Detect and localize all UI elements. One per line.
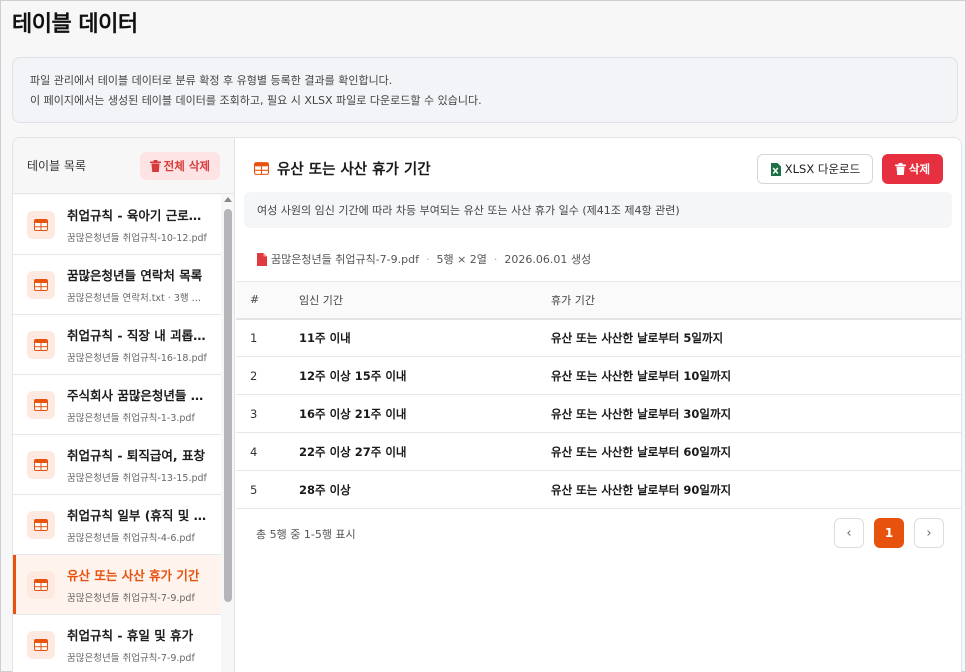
- list-item-title: 취업규칙 - 퇴직급여, 표창: [67, 448, 205, 463]
- table-row: 4 22주 이상 27주 이내 유산 또는 사산한 날로부터 60일까지: [236, 432, 961, 471]
- detail-title-text: 유산 또는 사산 휴가 기간: [277, 162, 431, 178]
- excel-icon: [770, 162, 781, 176]
- cell-leave: 유산 또는 사산한 날로부터 90일까지: [551, 470, 961, 509]
- table-icon: [27, 390, 55, 419]
- pagination: ‹ 1 ›: [834, 518, 944, 548]
- table-icon: [27, 330, 55, 359]
- delete-all-button[interactable]: 전체 삭제: [139, 151, 220, 180]
- list-item-subtitle: 꿈많은청년들 취업규칙-13-15.pdf: [67, 473, 207, 484]
- table-icon: [27, 630, 55, 659]
- list-item[interactable]: 취업규칙 일부 (휴직 및 복직) 꿈많은청년들 취업규칙-4-6.pdf: [13, 495, 221, 555]
- pdf-file-icon: [257, 252, 267, 266]
- table-icon: [27, 210, 55, 239]
- info-notice: 파일 관리에서 테이블 데이터로 분류 확정 후 유형별 등록한 결과를 확인합…: [12, 57, 958, 123]
- list-item[interactable]: 취업규칙 - 퇴직급여, 표창꿈많은청년들 취업규칙-13-15.pdf: [13, 435, 221, 495]
- meta-separator: ·: [493, 252, 498, 266]
- list-item-title: 유산 또는 사산 휴가 기간: [67, 568, 200, 583]
- cell-leave: 유산 또는 사산한 날로부터 5일까지: [551, 318, 961, 357]
- table-icon: [27, 270, 55, 299]
- cell-period: 16주 이상 21주 이내: [299, 394, 551, 433]
- list-item-subtitle: 꿈많은청년들 취업규칙-4-6.pdf: [67, 533, 195, 544]
- list-item-title: 주식회사 꿈많은청년들 정보: [67, 388, 207, 403]
- column-header-number: #: [236, 281, 299, 320]
- list-item-title: 취업규칙 - 육아기 근로시간 단축: [67, 208, 207, 223]
- table-icon: [27, 570, 55, 599]
- next-page-button[interactable]: ›: [914, 518, 944, 548]
- list-item-subtitle: 꿈많은청년들 취업규칙-16-18.pdf: [67, 353, 207, 364]
- column-header-leave: 휴가 기간: [551, 281, 961, 320]
- cell-leave: 유산 또는 사산한 날로부터 60일까지: [551, 432, 961, 471]
- table-meta: 꿈많은청년들 취업규칙-7-9.pdf · 5행 × 2열 · 2026.06.…: [256, 251, 591, 267]
- table-icon: [27, 450, 55, 479]
- row-number: 2: [236, 356, 299, 395]
- list-item-subtitle: 꿈많은청년들 연락처.txt · 3행 × 2열: [67, 293, 207, 304]
- table-icon: [27, 510, 55, 539]
- row-number: 5: [236, 470, 299, 509]
- table-row: 1 11주 이내 유산 또는 사산한 날로부터 5일까지: [236, 318, 961, 357]
- list-item-title: 꿈많은청년들 연락처 목록: [67, 268, 203, 283]
- table-list-sidebar: 테이블 목록 전체 삭제 취업규칙 - 육아기 근로시간 단축꿈많은청년들 취업…: [13, 138, 235, 672]
- table-description: 여성 사원의 임신 기간에 따라 차등 부여되는 유산 또는 사산 휴가 일수 …: [244, 192, 952, 228]
- content-panel: 테이블 목록 전체 삭제 취업규칙 - 육아기 근로시간 단축꿈많은청년들 취업…: [12, 137, 962, 672]
- list-item-subtitle: 꿈많은청년들 취업규칙-1-3.pdf: [67, 413, 195, 424]
- row-number: 4: [236, 432, 299, 471]
- notice-line-1: 파일 관리에서 테이블 데이터로 분류 확정 후 유형별 등록한 결과를 확인합…: [30, 74, 393, 87]
- prev-page-button[interactable]: ‹: [834, 518, 864, 548]
- created-date: 2026.06.01 생성: [504, 253, 592, 266]
- list-item-title: 취업규칙 - 휴일 및 휴가: [67, 628, 194, 643]
- sidebar-title: 테이블 목록: [27, 159, 87, 173]
- cell-period: 22주 이상 27주 이내: [299, 432, 551, 471]
- table-size: 5행 × 2열: [436, 253, 487, 266]
- xlsx-download-button[interactable]: XLSX 다운로드: [757, 154, 873, 184]
- cell-leave: 유산 또는 사산한 날로부터 30일까지: [551, 394, 961, 433]
- row-count-summary: 총 5행 중 1-5행 표시: [256, 528, 356, 541]
- list-item[interactable]: 주식회사 꿈많은청년들 정보꿈많은청년들 취업규칙-1-3.pdf: [13, 375, 221, 435]
- table-list: 취업규칙 - 육아기 근로시간 단축꿈많은청년들 취업규칙-10-12.pdf …: [13, 195, 221, 672]
- trash-icon: [894, 163, 906, 175]
- sidebar-header: 테이블 목록 전체 삭제: [13, 138, 234, 194]
- cell-period: 28주 이상: [299, 470, 551, 509]
- page-1-button[interactable]: 1: [874, 518, 904, 548]
- table-row: 5 28주 이상 유산 또는 사산한 날로부터 90일까지: [236, 470, 961, 509]
- list-item[interactable]: 꿈많은청년들 연락처 목록꿈많은청년들 연락처.txt · 3행 × 2열: [13, 255, 221, 315]
- scroll-up-arrow-icon[interactable]: [224, 197, 232, 202]
- column-header-period: 임신 기간: [299, 281, 551, 320]
- list-item[interactable]: 취업규칙 - 휴일 및 휴가꿈많은청년들 취업규칙-7-9.pdf: [13, 615, 221, 672]
- notice-line-2: 이 페이지에서는 생성된 테이블 데이터를 조회하고, 필요 시 XLSX 파일…: [30, 94, 482, 107]
- scroll-thumb[interactable]: [224, 209, 232, 602]
- sidebar-scrollbar[interactable]: [223, 195, 233, 672]
- table-row: 3 16주 이상 21주 이내 유산 또는 사산한 날로부터 30일까지: [236, 394, 961, 433]
- list-item-active[interactable]: 유산 또는 사산 휴가 기간꿈많은청년들 취업규칙-7-9.pdf: [13, 555, 221, 615]
- delete-button[interactable]: 삭제: [882, 154, 943, 184]
- meta-separator: ·: [425, 252, 430, 266]
- trash-icon: [149, 159, 161, 172]
- delete-label: 삭제: [908, 162, 931, 176]
- table-header-row: # 임신 기간 휴가 기간: [236, 281, 961, 320]
- table-icon: [254, 162, 269, 175]
- row-number: 3: [236, 394, 299, 433]
- list-item-title: 취업규칙 일부 (휴직 및 복직): [67, 508, 207, 523]
- list-item[interactable]: 취업규칙 - 직장 내 괴롭힘 금지꿈많은청년들 취업규칙-16-18.pdf: [13, 315, 221, 375]
- list-item-subtitle: 꿈많은청년들 취업규칙-7-9.pdf: [67, 653, 195, 664]
- table-detail: 유산 또는 사산 휴가 기간 XLSX 다운로드 삭제 여성 사원의 임신 기간…: [236, 138, 961, 672]
- delete-all-label: 전체 삭제: [163, 158, 210, 173]
- cell-period: 12주 이상 15주 이내: [299, 356, 551, 395]
- list-item-subtitle: 꿈많은청년들 취업규칙-7-9.pdf: [67, 593, 195, 604]
- list-item-subtitle: 꿈많은청년들 취업규칙-10-12.pdf: [67, 233, 207, 244]
- row-number: 1: [236, 318, 299, 357]
- source-file-name: 꿈많은청년들 취업규칙-7-9.pdf: [271, 253, 419, 266]
- detail-title: 유산 또는 사산 휴가 기간: [254, 158, 431, 179]
- xlsx-download-label: XLSX 다운로드: [784, 162, 861, 176]
- cell-leave: 유산 또는 사산한 날로부터 10일까지: [551, 356, 961, 395]
- data-table: # 임신 기간 휴가 기간 1 11주 이내 유산 또는 사산한 날로부터 5일…: [236, 281, 961, 509]
- table-row: 2 12주 이상 15주 이내 유산 또는 사산한 날로부터 10일까지: [236, 356, 961, 395]
- cell-period: 11주 이내: [299, 318, 551, 357]
- page-title: 테이블 데이터: [12, 12, 138, 37]
- list-item[interactable]: 취업규칙 - 육아기 근로시간 단축꿈많은청년들 취업규칙-10-12.pdf: [13, 195, 221, 255]
- list-item-title: 취업규칙 - 직장 내 괴롭힘 금지: [67, 328, 207, 343]
